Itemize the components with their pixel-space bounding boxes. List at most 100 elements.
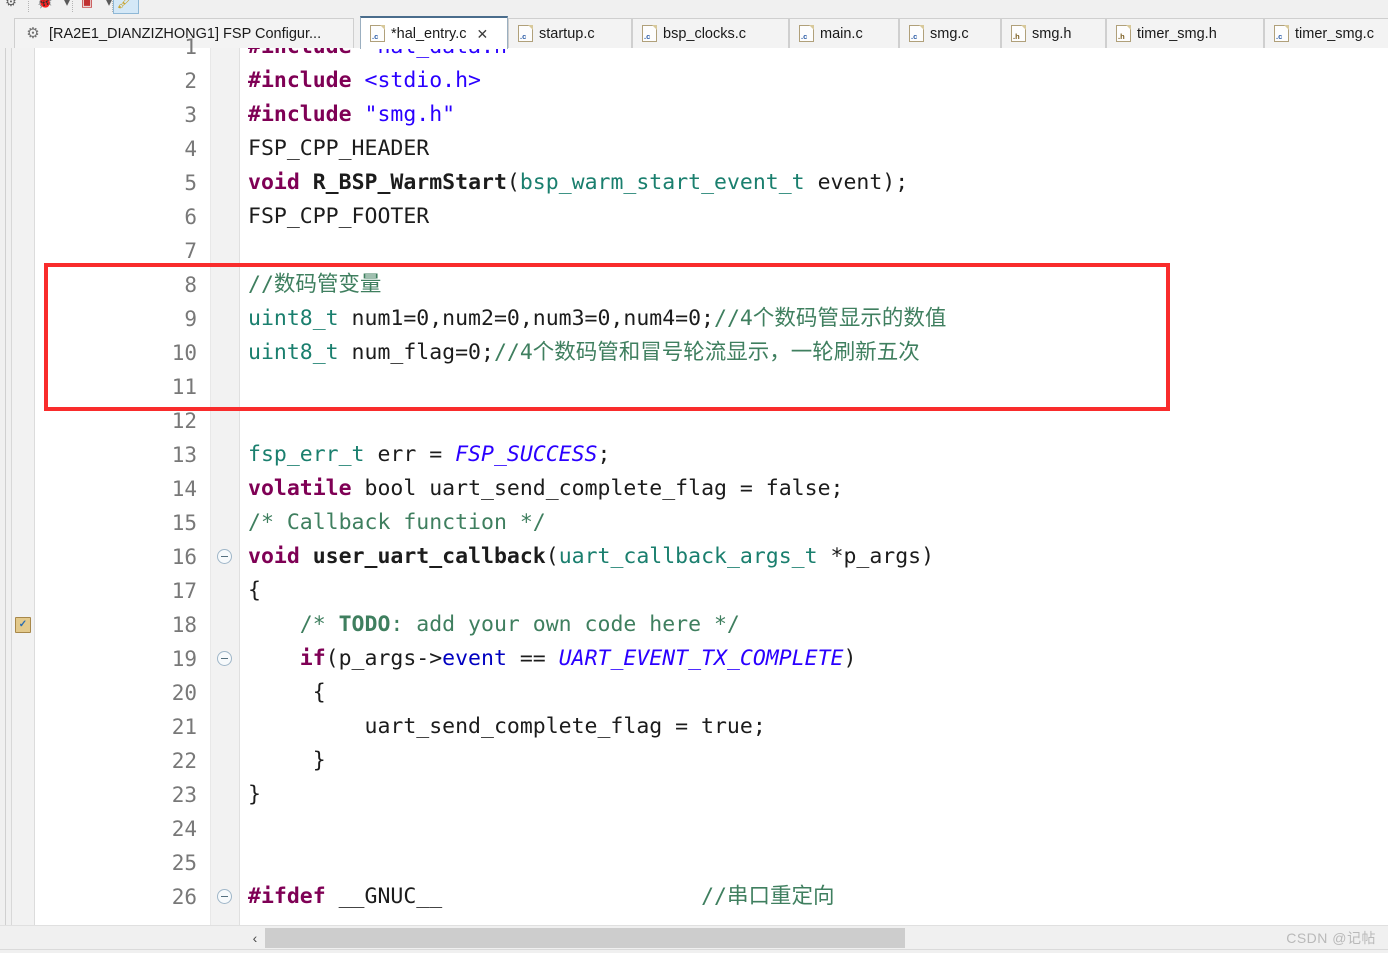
- line-number: 9: [184, 307, 197, 331]
- code-token: uint8_t: [248, 306, 339, 331]
- marker-gutter[interactable]: ✓: [12, 48, 35, 925]
- code-token: #include: [248, 68, 365, 93]
- scroll-left-arrow-icon[interactable]: ‹: [246, 928, 264, 948]
- code-line[interactable]: /* Callback function */: [248, 506, 546, 540]
- line-number-gutter: 1 2 3 4 5 6 7 8 9 10 11 12 13 14 15 16 17 18 19 20 21 22 23 24 2…: [35, 35, 211, 925]
- fold-collapse-icon[interactable]: [217, 889, 232, 904]
- line-number: 7: [184, 239, 197, 263]
- code-line[interactable]: if(p_args->event == UART_EVENT_TX_COMPLE…: [248, 642, 857, 676]
- line-number: 3: [184, 103, 197, 127]
- code-token: }: [248, 782, 261, 807]
- code-line[interactable]: uart_send_complete_flag = true;: [248, 710, 766, 744]
- code-line[interactable]: {: [248, 676, 326, 710]
- code-token: <stdio.h>: [364, 68, 482, 93]
- tab-startup-c[interactable]: .c startup.c: [508, 18, 632, 48]
- code-line[interactable]: uint8_t num_flag=0;//4个数码管和冒号轮流显示，一轮刷新五次: [248, 336, 920, 370]
- tab-bsp-clocks-c[interactable]: .c bsp_clocks.c: [632, 18, 789, 48]
- code-token: bool: [364, 476, 417, 501]
- tab-hal-entry-c[interactable]: .c *hal_entry.c ✕: [360, 16, 508, 49]
- window-bottom-edge: [0, 949, 1388, 953]
- source-editor[interactable]: ✓ 1 2 3 4 5 6 7 8 9 10 11 12 13 14 15 16 17 18 19 20 21 22 23 2…: [0, 35, 1388, 925]
- fold-collapse-icon[interactable]: [217, 651, 232, 666]
- code-line[interactable]: FSP_CPP_HEADER: [248, 132, 429, 166]
- annotation-ruler[interactable]: [0, 48, 12, 925]
- line-number: 22: [171, 749, 197, 773]
- scrollbar-thumb[interactable]: [265, 928, 905, 948]
- code-token: uart_send_complete_flag = true;: [248, 714, 766, 739]
- code-line[interactable]: #include "hal_data.h": [248, 48, 520, 64]
- todo-task-icon[interactable]: ✓: [15, 617, 31, 633]
- tab-smg-h[interactable]: .h smg.h: [1001, 18, 1106, 48]
- code-token: R_BSP_WarmStart: [312, 170, 507, 195]
- line-number: 14: [171, 477, 197, 501]
- code-token: //串口重定向: [701, 884, 835, 909]
- eclipse-editor-window: ⚙ 🐞 ▾ ▣ ▾ 🖌 ⚙ [RA2E1_DIANZIZHONG1] FSP C…: [0, 0, 1388, 953]
- c-file-icon: .c: [909, 25, 924, 42]
- code-token: user_uart_callback: [312, 544, 546, 569]
- code-line[interactable]: #include "smg.h": [248, 98, 455, 132]
- code-token: FSP_CPP_HEADER: [248, 136, 430, 161]
- code-token: /*: [248, 612, 339, 637]
- horizontal-scrollbar[interactable]: ‹: [0, 925, 1388, 950]
- folding-gutter[interactable]: [211, 48, 240, 925]
- tab-timer-smg-h[interactable]: .h timer_smg.h: [1106, 18, 1264, 48]
- c-file-icon: .c: [642, 25, 657, 42]
- close-icon[interactable]: ✕: [477, 27, 489, 41]
- code-token: /* Callback function */: [248, 510, 546, 535]
- c-file-icon: .c: [1274, 25, 1289, 42]
- line-number: 12: [171, 409, 197, 433]
- tab-main-c[interactable]: .c main.c: [789, 18, 899, 48]
- code-token: event: [442, 646, 507, 671]
- fold-collapse-icon[interactable]: [217, 549, 232, 564]
- format-brush-icon[interactable]: 🖌: [116, 0, 134, 11]
- code-token: ;: [597, 442, 611, 467]
- debug-icon[interactable]: 🐞: [36, 0, 54, 11]
- code-token: #include: [248, 48, 365, 59]
- code-line[interactable]: volatile bool uart_send_complete_flag = …: [248, 472, 843, 506]
- code-area[interactable]: #include "hal_data.h"#include <stdio.h>#…: [240, 48, 1388, 925]
- code-token: //数码管变量: [248, 272, 382, 297]
- line-number: 26: [171, 885, 197, 909]
- line-number: 17: [171, 579, 197, 603]
- code-line[interactable]: void R_BSP_WarmStart(bsp_warm_start_even…: [248, 166, 908, 200]
- code-line[interactable]: }: [248, 744, 326, 778]
- line-number: 19: [171, 647, 197, 671]
- code-line[interactable]: #include <stdio.h>: [248, 64, 481, 98]
- code-token: }: [248, 748, 326, 773]
- code-line[interactable]: #ifdef __GNUC__ //串口重定向: [248, 880, 834, 914]
- tab-timer-smg-c[interactable]: .c timer_smg.c: [1264, 18, 1388, 48]
- tab-label: timer_smg.c: [1295, 25, 1374, 42]
- code-token: event);: [804, 170, 909, 195]
- code-token: uart_send_complete_flag = false;: [416, 476, 844, 501]
- line-number: 25: [171, 851, 197, 875]
- code-line[interactable]: /* TODO: add your own code here */: [248, 608, 740, 642]
- code-line[interactable]: //数码管变量: [248, 268, 381, 302]
- tab-label: main.c: [820, 25, 863, 42]
- line-number: 24: [171, 817, 197, 841]
- code-token: ==: [506, 646, 559, 671]
- line-number: 20: [171, 681, 197, 705]
- code-line[interactable]: uint8_t num1=0,num2=0,num3=0,num4=0;//4个…: [248, 302, 946, 336]
- code-token: "hal_data.h": [365, 48, 520, 59]
- toolbar-separator: [28, 1, 30, 12]
- line-number: 11: [171, 375, 197, 399]
- line-number: 6: [184, 205, 197, 229]
- code-token: //4个数码管和冒号轮流显示，一轮刷新五次: [493, 340, 920, 365]
- gear-toolbar-icon[interactable]: ⚙: [2, 0, 20, 11]
- code-line[interactable]: }: [248, 778, 261, 812]
- code-line[interactable]: fsp_err_t err = FSP_SUCCESS;: [248, 438, 610, 472]
- code-token: volatile: [248, 476, 352, 501]
- line-number: 15: [171, 511, 197, 535]
- tab-smg-c[interactable]: .c smg.c: [899, 18, 1001, 48]
- c-file-icon: .c: [518, 25, 533, 42]
- code-token: fsp_err_t: [248, 442, 365, 467]
- h-file-icon: .h: [1011, 25, 1026, 42]
- code-line[interactable]: void user_uart_callback(uart_callback_ar…: [248, 540, 934, 574]
- code-line[interactable]: {: [248, 574, 261, 608]
- code-line[interactable]: FSP_CPP_FOOTER: [248, 200, 429, 234]
- run-icon[interactable]: ▣: [78, 0, 96, 11]
- code-token: //4个数码管显示的数值: [714, 306, 947, 331]
